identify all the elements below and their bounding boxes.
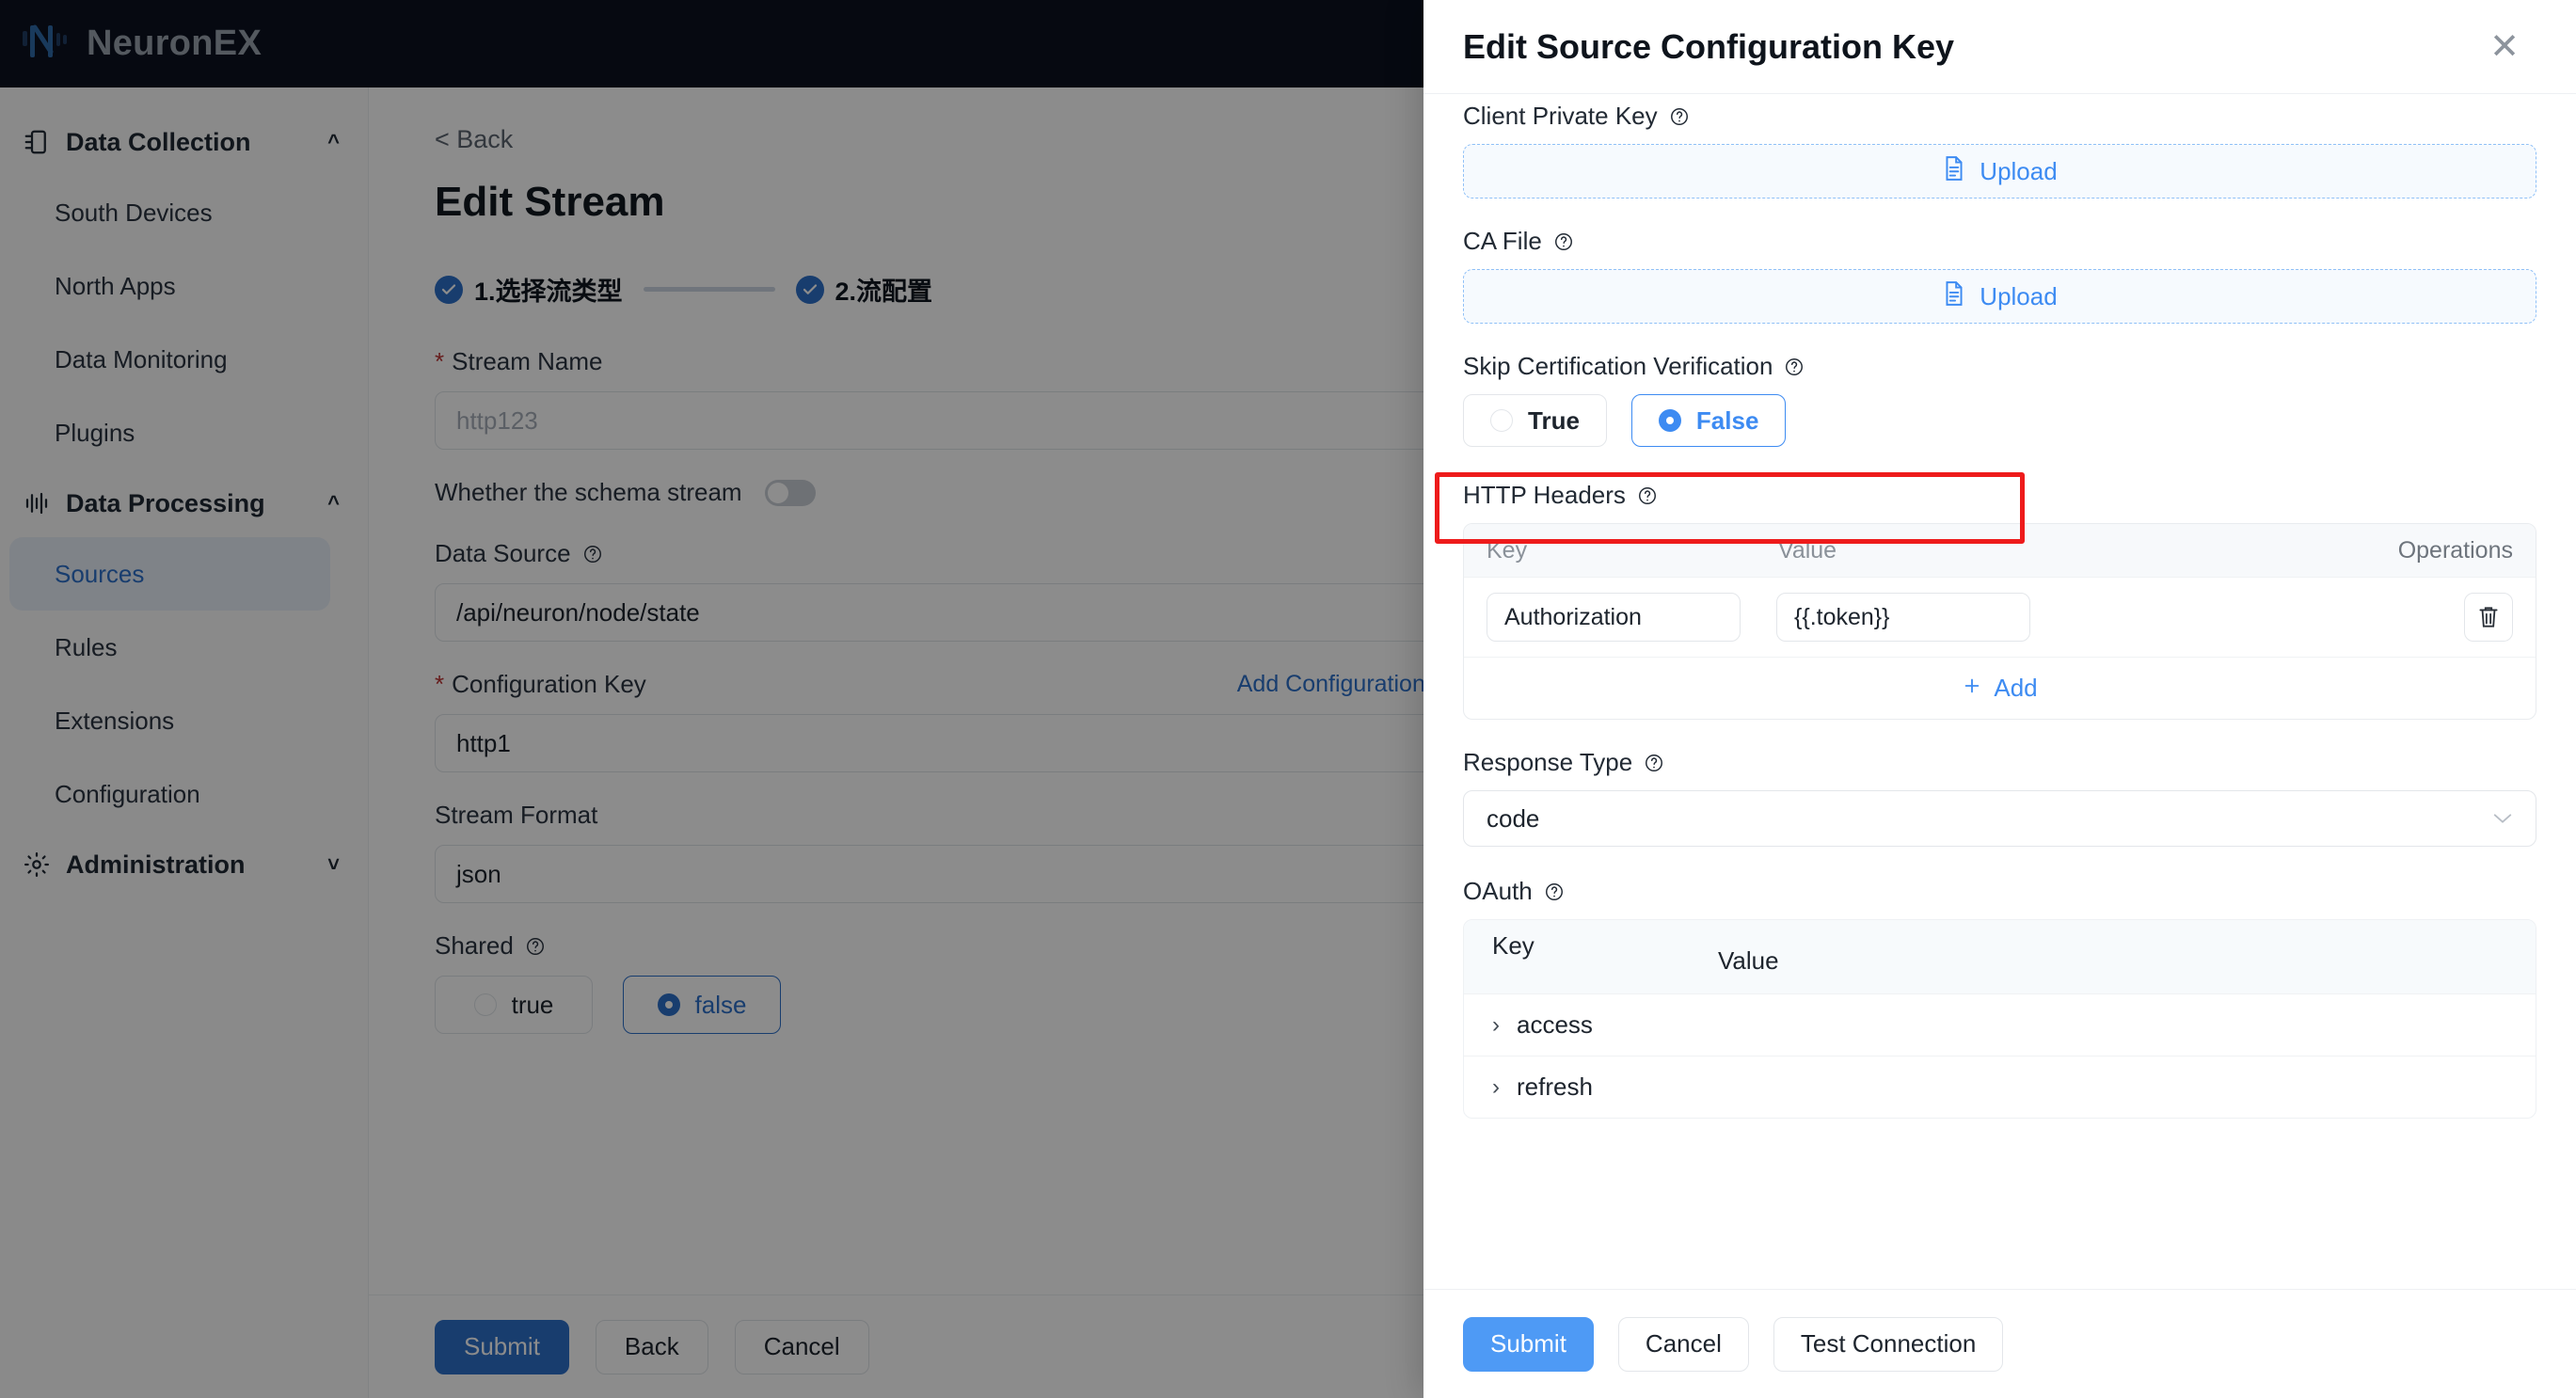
add-header-row-button[interactable]: Add [1464,657,2536,719]
oauth-table: Key Value › access › refresh [1463,919,2536,1119]
help-icon[interactable] [1544,882,1565,902]
response-type-select[interactable]: code [1463,790,2536,847]
chevron-down-icon [2492,806,2513,831]
ca-file-upload-button[interactable]: Upload [1463,269,2536,324]
table-header-row: Key Value Operations [1464,524,2536,577]
help-icon[interactable] [1669,106,1690,127]
plus-icon [1962,674,1982,703]
edit-source-configuration-key-drawer: Edit Source Configuration Key ✕ Client P… [1423,0,2576,1398]
help-icon[interactable] [1553,231,1574,252]
column-header-key: Key [1492,931,1534,960]
file-icon [1942,280,1966,313]
chevron-right-icon: › [1492,1011,1500,1038]
option-label: True [1528,405,1580,435]
help-icon[interactable] [1637,485,1658,506]
chevron-right-icon: › [1492,1073,1500,1100]
client-private-key-label: Client Private Key [1463,102,2536,131]
modal-overlay[interactable] [0,0,1423,1398]
drawer-footer: Submit Cancel Test Connection [1423,1289,2576,1398]
oauth-row-access[interactable]: › access [1464,993,2536,1056]
test-connection-button[interactable]: Test Connection [1773,1316,2004,1372]
label-text: CA File [1463,227,1542,255]
upload-label: Upload [1980,156,2058,185]
help-icon[interactable] [1784,357,1805,377]
label-text: HTTP Headers [1463,481,1626,509]
oauth-label: OAuth [1463,877,2536,906]
skip-cert-option-true[interactable]: True [1463,394,1607,447]
response-type-label: Response Type [1463,748,2536,777]
help-icon[interactable] [1644,753,1664,773]
upload-label: Upload [1980,281,2058,310]
drawer-submit-button[interactable]: Submit [1463,1316,1594,1372]
label-text: Client Private Key [1463,102,1658,130]
skip-cert-option-false[interactable]: False [1630,394,1787,447]
radio-dot-icon [1658,409,1681,432]
header-value-input[interactable]: {{.token}} [1776,593,2030,642]
table-row: Authorization {{.token}} [1464,577,2536,657]
label-text: OAuth [1463,877,1533,905]
row-operations [2030,593,2513,642]
column-header-key: Key [1487,536,1528,564]
close-icon[interactable]: ✕ [2489,29,2520,65]
drawer-title: Edit Source Configuration Key [1463,26,1955,66]
drawer-cancel-button[interactable]: Cancel [1617,1316,1749,1372]
oauth-table-header-row: Key Value [1464,920,2536,993]
option-label: False [1695,405,1759,435]
http-headers-table: Key Value Operations Authorization {{.to… [1463,523,2536,720]
client-private-key-upload-button[interactable]: Upload [1463,144,2536,199]
skip-certification-label: Skip Certification Verification [1463,352,2536,381]
oauth-row-refresh[interactable]: › refresh [1464,1056,2536,1118]
radio-dot-icon [1490,409,1513,432]
http-headers-label: HTTP Headers [1463,481,2536,510]
add-label: Add [1994,674,2038,702]
column-header-value: Value [1778,536,1837,564]
skip-certification-radio-group: True False [1463,394,2536,447]
column-header-operations: Operations [2397,536,2513,564]
drawer-body: Client Private Key Upload CA File Upload… [1423,94,2576,1289]
drawer-header: Edit Source Configuration Key ✕ [1423,0,2576,94]
response-type-value: code [1487,803,1540,833]
column-header-value: Value [1718,946,1779,975]
label-text: Skip Certification Verification [1463,352,1773,380]
oauth-key: refresh [1517,1072,1593,1101]
ca-file-label: CA File [1463,227,2536,256]
oauth-key: access [1517,1010,1593,1039]
header-key-input[interactable]: Authorization [1487,593,1741,642]
file-icon [1942,155,1966,188]
label-text: Response Type [1463,748,1633,776]
trash-icon[interactable] [2464,593,2513,642]
